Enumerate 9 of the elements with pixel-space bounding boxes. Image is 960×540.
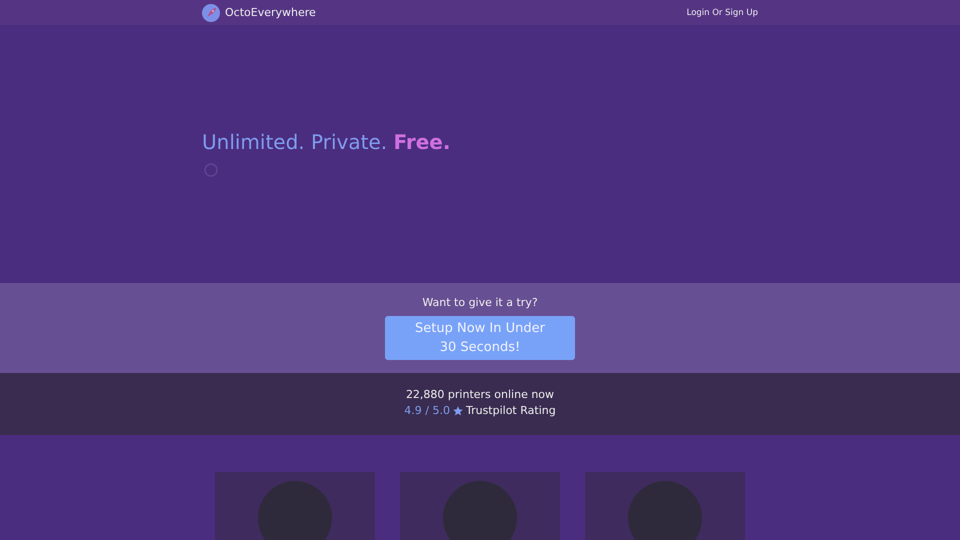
star-icon (452, 406, 463, 416)
hero-headline: Unlimited. Private. Free. (202, 130, 452, 154)
brand-logo-link[interactable]: OctoEverywhere (202, 4, 316, 22)
rating-value: 4.9 / 5.0 (404, 404, 450, 417)
cta-prompt: Want to give it a try? (422, 296, 538, 309)
rocket-logo-icon (202, 4, 220, 22)
trustpilot-label: Trustpilot Rating (466, 404, 556, 417)
printers-online-count: 22,880 printers online now (406, 388, 554, 401)
login-link[interactable]: Login Or Sign Up (686, 8, 758, 18)
